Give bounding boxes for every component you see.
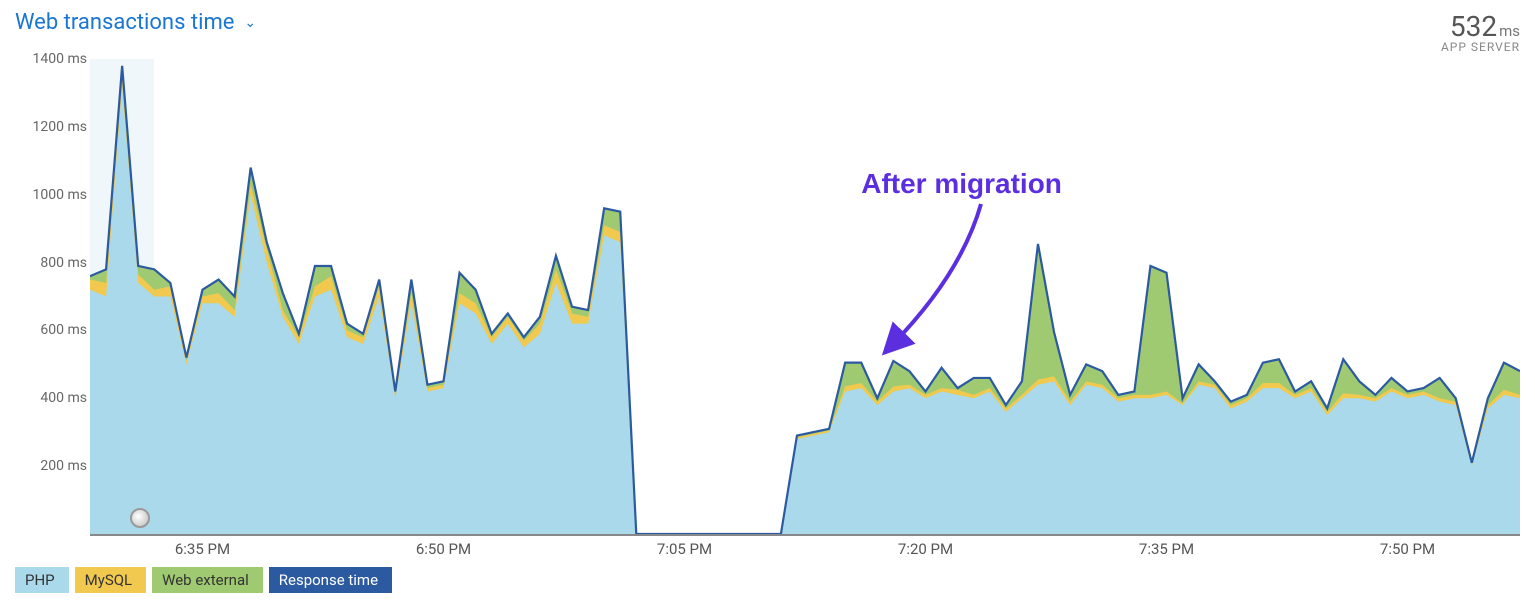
- metric-label: APP SERVER: [1441, 40, 1520, 54]
- legend: PHP MySQL Web external Response time: [15, 567, 1520, 593]
- plot[interactable]: After migration: [90, 59, 1520, 536]
- legend-item-web-external[interactable]: Web external: [152, 567, 263, 593]
- chart-svg: [90, 59, 1520, 534]
- y-tick: 800 ms: [40, 255, 87, 271]
- headline-metric: 532ms APP SERVER: [1441, 10, 1520, 54]
- y-tick: 1200 ms: [33, 119, 87, 135]
- y-tick: 1400 ms: [33, 51, 87, 67]
- legend-item-mysql[interactable]: MySQL: [75, 567, 147, 593]
- metric-unit: ms: [1499, 22, 1520, 40]
- x-tick: 7:20 PM: [898, 540, 953, 558]
- chart-title-text: Web transactions time: [15, 10, 234, 35]
- metric-value: 532: [1450, 10, 1497, 43]
- y-tick: 400 ms: [40, 390, 87, 406]
- chart-area: 200 ms400 ms600 ms800 ms1000 ms1200 ms14…: [15, 59, 1520, 561]
- y-axis: 200 ms400 ms600 ms800 ms1000 ms1200 ms14…: [15, 59, 87, 534]
- y-tick: 1000 ms: [33, 187, 87, 203]
- annotation-text: After migration: [861, 168, 1062, 199]
- annotation-label: After migration: [861, 168, 1062, 200]
- y-tick: 600 ms: [40, 322, 87, 338]
- annotation-arrow-icon: [881, 204, 991, 364]
- x-tick: 7:05 PM: [657, 540, 712, 558]
- y-tick: 200 ms: [40, 458, 87, 474]
- legend-item-php[interactable]: PHP: [15, 567, 69, 593]
- chevron-down-icon: ⌄: [244, 15, 256, 31]
- x-axis: 6:35 PM 6:50 PM 7:05 PM 7:20 PM 7:35 PM 7:50 …: [90, 536, 1520, 561]
- legend-item-response-time[interactable]: Response time: [269, 567, 392, 593]
- chart-title[interactable]: Web transactions time ⌄: [15, 10, 256, 35]
- x-tick: 6:35 PM: [175, 540, 230, 558]
- x-tick: 6:50 PM: [416, 540, 471, 558]
- x-tick: 7:50 PM: [1380, 540, 1435, 558]
- x-tick: 7:35 PM: [1139, 540, 1194, 558]
